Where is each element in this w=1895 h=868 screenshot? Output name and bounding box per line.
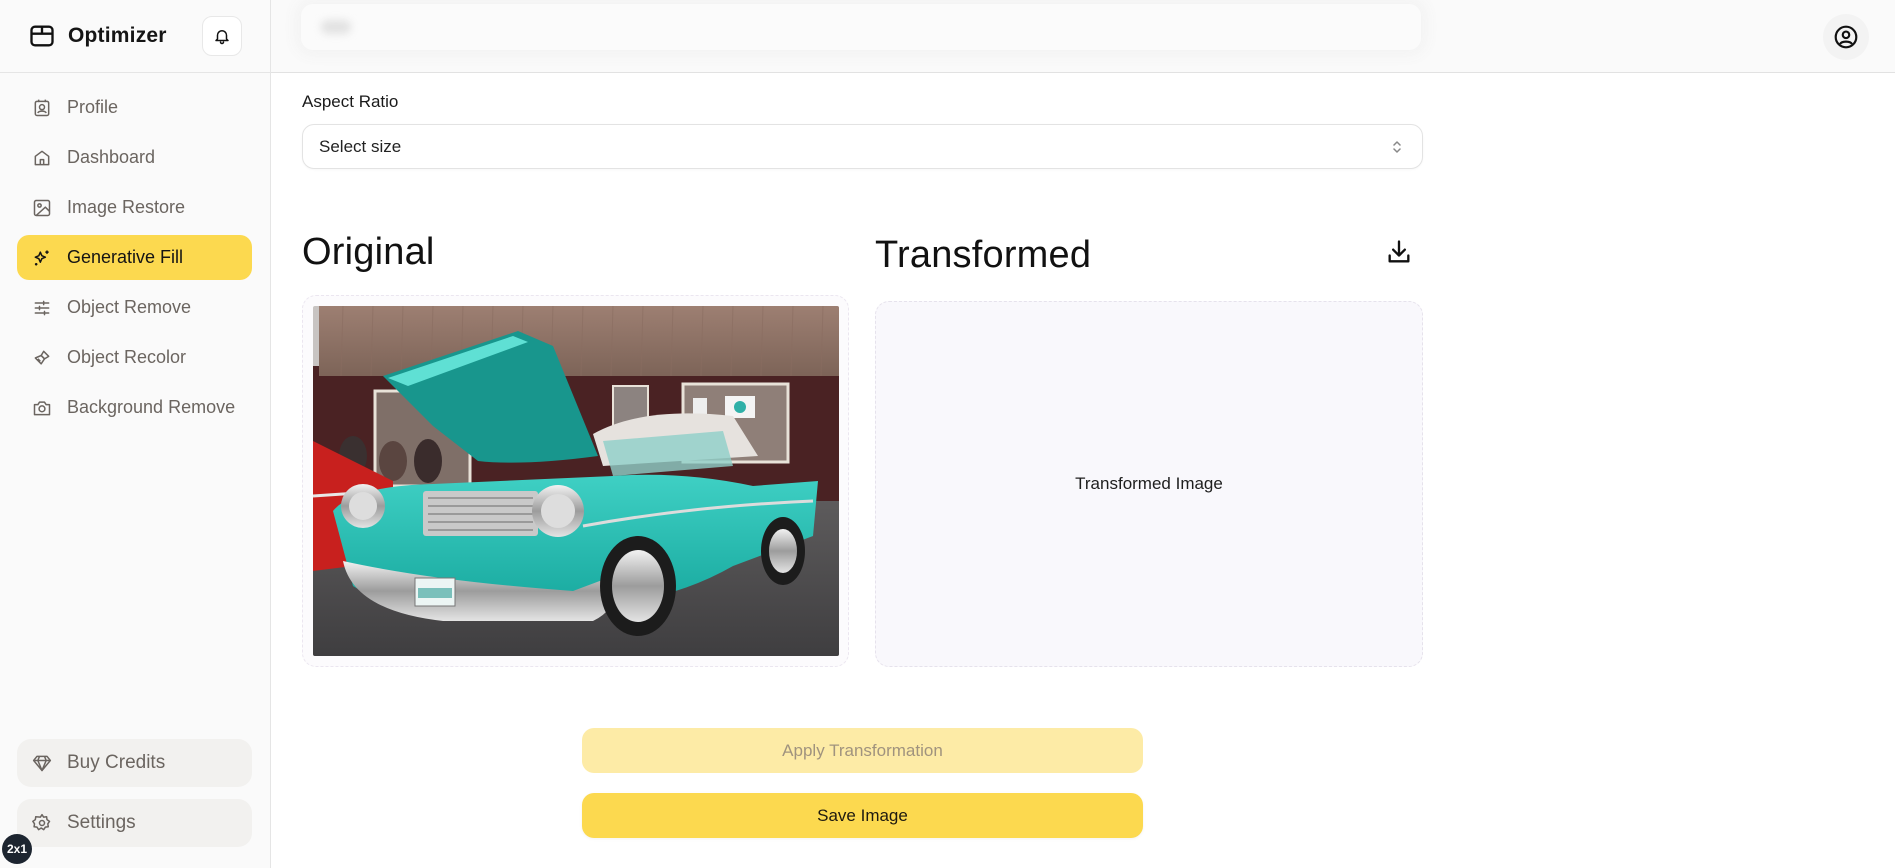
car-photo-illustration [313, 306, 839, 656]
image-icon [33, 199, 51, 216]
sidebar-bottom: Buy Credits Settings [17, 739, 252, 859]
settings-label: Settings [67, 812, 136, 833]
search-input-blurred[interactable] [301, 4, 1421, 50]
app-name: Optimizer [68, 24, 167, 47]
sidebar-item-background-remove[interactable]: Background Remove [17, 385, 252, 430]
box-logo-icon [30, 25, 54, 47]
aspect-ratio-select[interactable]: Select size [302, 124, 1423, 169]
original-image-frame[interactable] [302, 295, 849, 667]
gear-icon [32, 813, 51, 831]
sliders-icon [34, 300, 50, 315]
camera-icon [33, 400, 51, 415]
sidebar-item-label: Generative Fill [67, 247, 184, 267]
buy-credits-label: Buy Credits [67, 752, 166, 773]
sidebar-item-dashboard[interactable]: Dashboard [17, 135, 252, 180]
blurred-text [321, 20, 351, 34]
notifications-button[interactable] [202, 16, 242, 56]
sidebar-item-image-restore[interactable]: Image Restore [17, 185, 252, 230]
sidebar: Optimizer Profile Dashboard Image Restor… [0, 0, 271, 868]
sidebar-item-generative-fill[interactable]: Generative Fill [17, 235, 252, 280]
main-content: Aspect Ratio Select size Original Transf… [271, 73, 1895, 868]
original-title: Original [302, 231, 435, 273]
original-image [313, 306, 839, 656]
sidebar-item-object-remove[interactable]: Object Remove [17, 285, 252, 330]
save-image-button[interactable]: Save Image [582, 793, 1143, 838]
download-button[interactable] [1382, 235, 1416, 269]
sidebar-item-label: Image Restore [67, 197, 186, 217]
transformed-placeholder: Transformed Image [1075, 474, 1223, 493]
sidebar-item-object-recolor[interactable]: Object Recolor [17, 335, 252, 380]
sidebar-item-label: Background Remove [67, 397, 236, 417]
buy-credits-button[interactable]: Buy Credits [17, 739, 252, 787]
sidebar-item-label: Object Remove [67, 297, 192, 317]
chevron-up-down-icon [1393, 141, 1401, 153]
sidebar-item-label: Dashboard [67, 147, 156, 167]
download-icon [1388, 240, 1410, 263]
aspect-ratio-label: Aspect Ratio [302, 92, 399, 111]
bell-icon [215, 30, 229, 45]
transformed-title: Transformed [875, 234, 1092, 276]
select-value: Select size [319, 136, 402, 156]
paintbrush-icon [34, 350, 50, 365]
sidebar-item-label: Profile [67, 97, 119, 117]
home-icon [34, 150, 50, 165]
user-menu-button[interactable] [1823, 14, 1869, 60]
sidebar-item-profile[interactable]: Profile [17, 85, 252, 130]
user-circle-icon [1834, 25, 1858, 49]
brand-row: Optimizer [0, 0, 270, 73]
gem-icon [32, 755, 52, 772]
sidebar-nav: Profile Dashboard Image Restore Generati… [17, 85, 252, 435]
top-bar [271, 0, 1895, 73]
zoom-badge: 2x1 [2, 834, 32, 864]
settings-button[interactable]: Settings [17, 799, 252, 847]
transformed-image-frame: Transformed Image [875, 301, 1423, 667]
sparkles-icon [34, 250, 49, 265]
apply-transformation-button[interactable]: Apply Transformation [582, 728, 1143, 773]
profile-card-icon [34, 99, 50, 116]
sidebar-item-label: Object Recolor [67, 347, 187, 367]
brand[interactable]: Optimizer [28, 22, 167, 50]
